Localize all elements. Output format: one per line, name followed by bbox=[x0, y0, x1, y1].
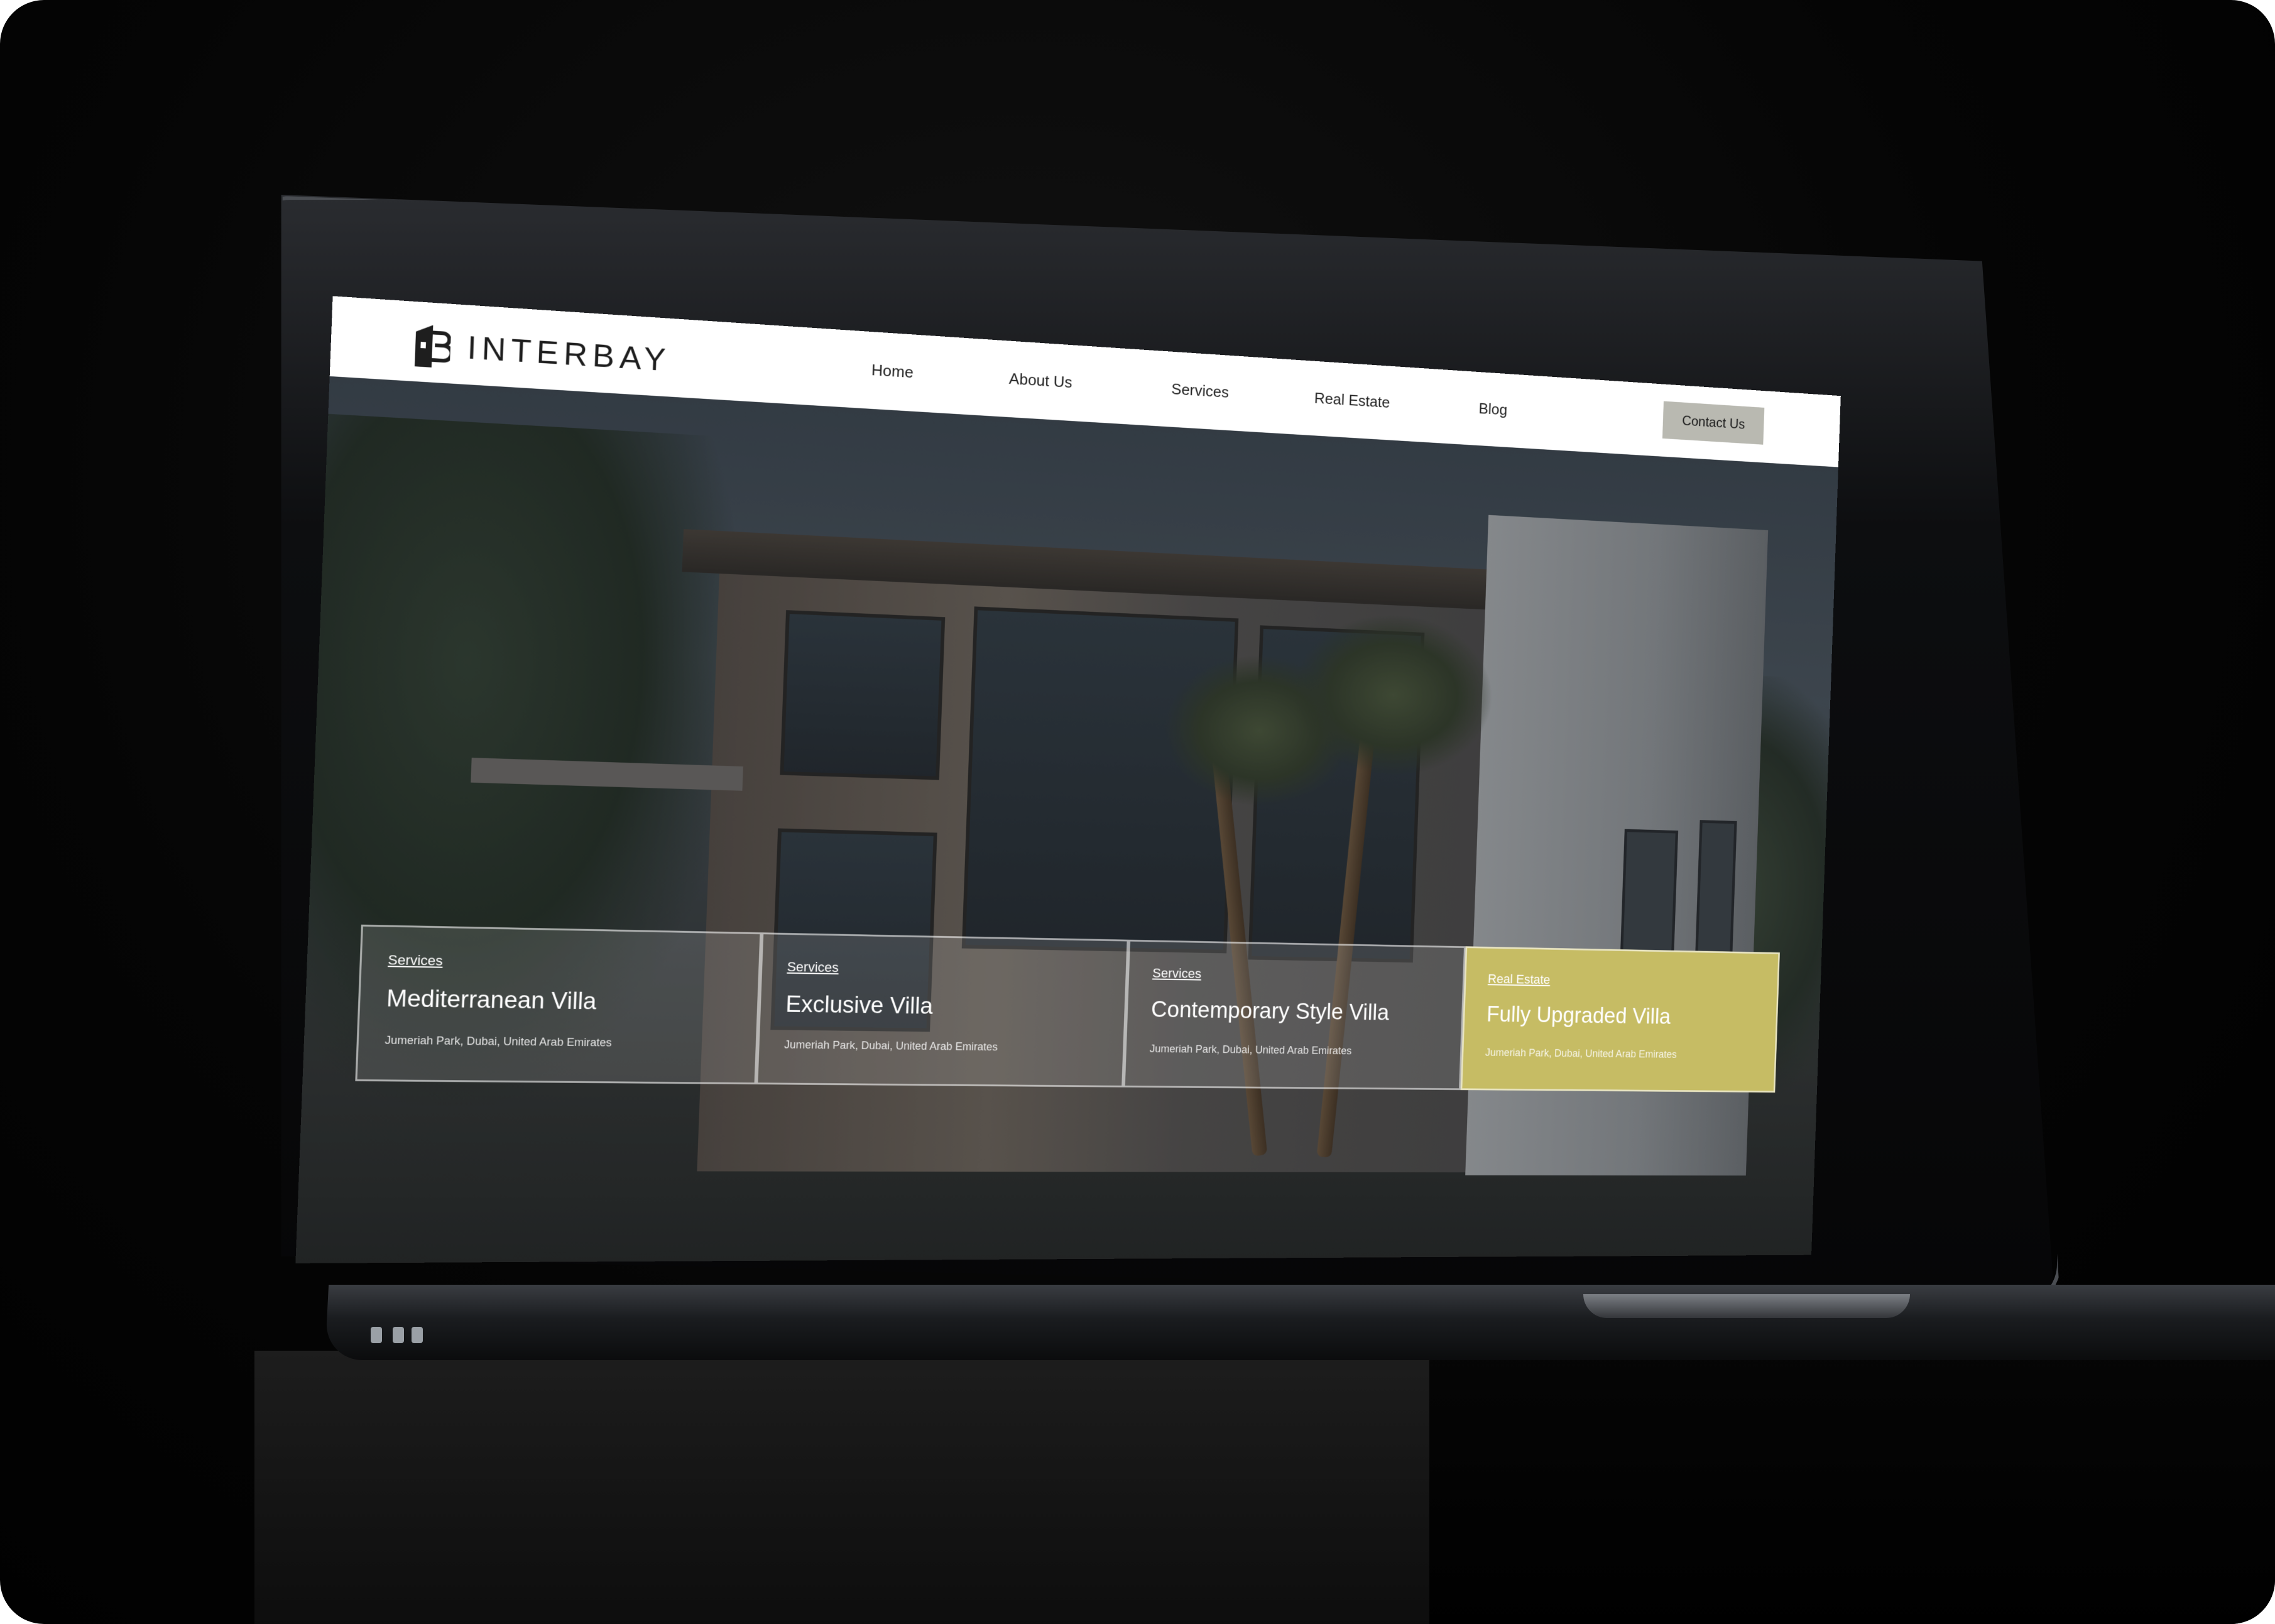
website-screen: INTERBAY Home About Us Services Real Est… bbox=[295, 296, 1841, 1263]
property-card-highlighted[interactable]: Real Estate Fully Upgraded Villa Jumeria… bbox=[1460, 946, 1780, 1093]
card-location: Jumeriah Park, Dubai, United Arab Emirat… bbox=[1149, 1042, 1352, 1057]
brand-logo[interactable]: INTERBAY bbox=[412, 323, 672, 383]
nav-home[interactable]: Home bbox=[871, 361, 914, 382]
usb-port-icon bbox=[393, 1327, 404, 1343]
card-title: Fully Upgraded Villa bbox=[1486, 1002, 1671, 1029]
card-title: Mediterranean Villa bbox=[386, 986, 597, 1015]
nav-about-us[interactable]: About Us bbox=[1009, 369, 1073, 392]
card-category-link[interactable]: Services bbox=[388, 952, 734, 974]
card-category-link[interactable]: Services bbox=[1152, 966, 1441, 986]
contact-us-button[interactable]: Contact Us bbox=[1662, 401, 1765, 445]
usb-port-icon bbox=[371, 1327, 382, 1343]
brand-name: INTERBAY bbox=[466, 330, 672, 379]
mockup-background: INTERBAY Home About Us Services Real Est… bbox=[0, 0, 2275, 1624]
card-title: Contemporary Style Villa bbox=[1150, 997, 1390, 1025]
property-card[interactable]: Services Exclusive Villa Jumeriah Park, … bbox=[756, 932, 1129, 1087]
hero-overlay bbox=[295, 376, 1838, 1263]
screen-perspective: INTERBAY Home About Us Services Real Est… bbox=[0, 0, 2275, 1624]
laptop-base bbox=[324, 1285, 2275, 1360]
building-logo-icon bbox=[414, 324, 452, 369]
property-cards: Services Mediterranean Villa Jumeriah Pa… bbox=[355, 924, 1780, 1093]
card-category-link[interactable]: Services bbox=[787, 959, 1103, 980]
card-location: Jumeriah Park, Dubai, United Arab Emirat… bbox=[1485, 1046, 1678, 1060]
card-category-link[interactable]: Real Estate bbox=[1488, 971, 1757, 991]
nav-services[interactable]: Services bbox=[1171, 380, 1229, 402]
card-title: Exclusive Villa bbox=[785, 991, 934, 1020]
card-location: Jumeriah Park, Dubai, United Arab Emirat… bbox=[385, 1033, 612, 1049]
main-menu: Home About Us Services Real Estate Blog bbox=[871, 361, 1508, 419]
nav-real-estate[interactable]: Real Estate bbox=[1314, 389, 1390, 411]
card-location: Jumeriah Park, Dubai, United Arab Emirat… bbox=[783, 1038, 998, 1053]
property-card[interactable]: Services Mediterranean Villa Jumeriah Pa… bbox=[355, 924, 762, 1085]
usb-port-icon bbox=[412, 1327, 423, 1343]
nav-blog[interactable]: Blog bbox=[1478, 400, 1508, 419]
property-card[interactable]: Services Contemporary Style Villa Jumeri… bbox=[1123, 939, 1466, 1091]
laptop-hinge-notch bbox=[1583, 1294, 1910, 1318]
